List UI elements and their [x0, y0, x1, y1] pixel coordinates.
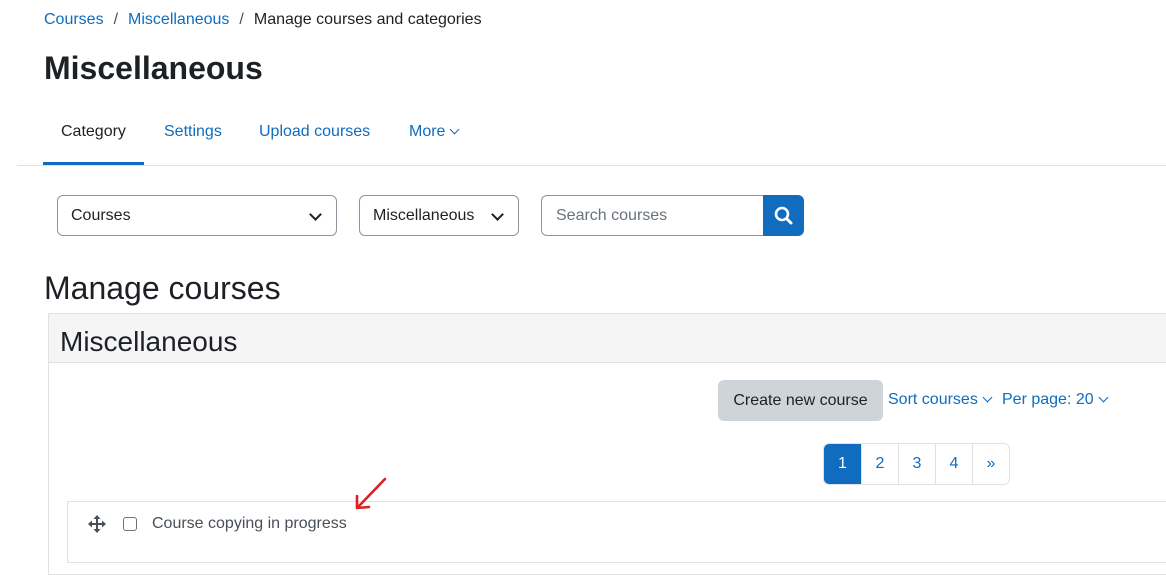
page-link-3[interactable]: 3: [898, 444, 935, 484]
chevron-down-icon: [491, 208, 504, 221]
breadcrumb-separator: /: [113, 11, 119, 28]
page-link-next[interactable]: »: [972, 444, 1009, 484]
breadcrumb-courses[interactable]: Courses: [44, 11, 104, 28]
panel-header: Miscellaneous: [49, 314, 1166, 363]
page-link-4[interactable]: 4: [935, 444, 972, 484]
tab-category[interactable]: Category: [43, 108, 144, 165]
per-page-label: Per page: 20: [1002, 391, 1094, 408]
move-icon[interactable]: [88, 515, 106, 533]
panel-title: Miscellaneous: [60, 326, 238, 357]
chevron-down-icon: [450, 124, 460, 135]
per-page-dropdown[interactable]: Per page: 20: [1002, 390, 1109, 410]
view-select[interactable]: Courses: [57, 195, 337, 236]
tab-label: Upload courses: [259, 123, 371, 140]
category-select-value: Miscellaneous: [373, 207, 475, 224]
breadcrumb-separator: /: [239, 11, 244, 28]
page-link-2[interactable]: 2: [861, 444, 898, 484]
sort-courses-label: Sort courses: [888, 391, 978, 408]
sort-courses-dropdown[interactable]: Sort courses: [888, 390, 993, 410]
page-link-1[interactable]: 1: [824, 444, 861, 484]
search-courses-input[interactable]: [541, 195, 764, 236]
chevron-down-icon: [1098, 392, 1109, 403]
breadcrumb: Courses / Miscellaneous / Manage courses and…: [44, 10, 482, 30]
tab-label: More: [409, 123, 446, 140]
course-name-link[interactable]: Course copying in progress: [152, 514, 347, 534]
chevron-down-icon: [982, 392, 993, 403]
annotation-arrow-icon: [355, 477, 387, 510]
create-new-course-button[interactable]: Create new course: [718, 380, 883, 421]
tab-more[interactable]: More: [409, 108, 460, 156]
page-title: Miscellaneous: [44, 50, 263, 86]
category-select[interactable]: Miscellaneous: [359, 195, 519, 236]
chevron-down-icon: [309, 208, 322, 221]
tab-settings[interactable]: Settings: [164, 108, 222, 156]
pagination: 1 2 3 4 »: [823, 443, 1010, 485]
manage-courses-heading: Manage courses: [44, 270, 281, 306]
course-select-checkbox[interactable]: [123, 517, 137, 531]
tab-upload-courses[interactable]: Upload courses: [259, 108, 370, 156]
breadcrumb-current: Manage courses and categories: [253, 11, 482, 28]
view-select-value: Courses: [71, 207, 131, 224]
search-button[interactable]: [763, 195, 804, 236]
secondary-navigation: Category Settings Upload courses More: [17, 108, 1166, 166]
tab-label: Settings: [164, 123, 222, 140]
tab-label: Category: [61, 123, 126, 140]
search-icon: [774, 206, 793, 225]
breadcrumb-miscellaneous[interactable]: Miscellaneous: [128, 11, 229, 28]
